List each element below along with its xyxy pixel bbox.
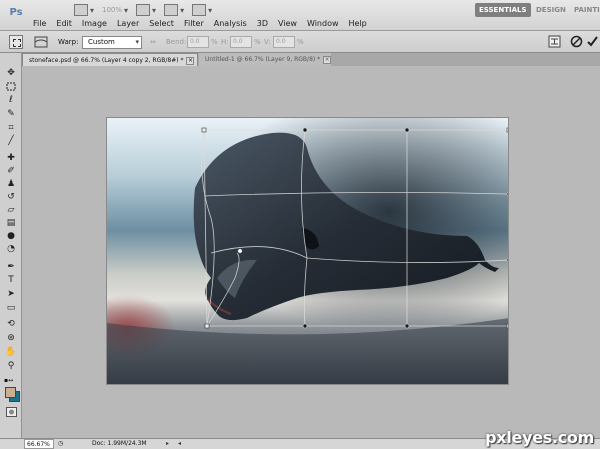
bend-label: Bend: xyxy=(166,38,187,46)
v-distortion-field[interactable]: 0.0 xyxy=(273,36,295,48)
options-bar: Warp: Custom ▾ ⇔ Bend: 0.0 % H: 0.0 % V:… xyxy=(0,31,600,53)
menu-3d[interactable]: 3D xyxy=(252,19,273,29)
tab-stoneface-label: stoneface.psd @ 66.7% (Layer 4 copy 2, R… xyxy=(29,57,184,64)
menu-window[interactable]: Window xyxy=(302,19,344,29)
eyedropper-icon[interactable]: ╱ xyxy=(5,136,17,147)
menu-edit[interactable]: Edit xyxy=(51,19,77,29)
photoshop-logo: Ps xyxy=(9,7,23,18)
clone-stamp-icon[interactable]: ♟ xyxy=(5,179,17,190)
3d-rotate-icon[interactable]: ⟲ xyxy=(5,319,17,330)
view-extras-button[interactable]: ▾ xyxy=(136,3,156,17)
menu-bar: Ps ▾ 100% ▾ ▾ ▾ ▾ File Edit Image Layer S… xyxy=(0,0,600,31)
healing-icon[interactable]: ✚ xyxy=(5,153,17,164)
commit-transform-icon[interactable] xyxy=(586,35,599,48)
quick-select-icon[interactable]: ✎ xyxy=(5,109,17,120)
lasso-icon[interactable]: ℓ xyxy=(5,95,17,106)
toolbox: ✥ ℓ ✎ ⌗ ╱ ✚ ✐ ♟ ↺ ▱ ▤ ● ◔ ✒ T ➤ ▭ ⟲ ⊛ ✋ … xyxy=(0,53,22,438)
h-label: H: xyxy=(221,38,229,46)
document-size: Doc: 1.99M/24.3M xyxy=(92,440,147,447)
document-tabs: stoneface.psd @ 66.7% (Layer 4 copy 2, R… xyxy=(22,53,600,66)
workspace-painting[interactable]: PAINTI xyxy=(570,3,600,17)
menu-items: File Edit Image Layer Select Filter Anal… xyxy=(28,19,372,29)
canvas-area[interactable] xyxy=(22,66,600,438)
v-label: V: xyxy=(264,38,271,46)
workspace-design[interactable]: DESIGN xyxy=(532,3,570,17)
menu-analysis[interactable]: Analysis xyxy=(209,19,252,29)
menu-filter[interactable]: Filter xyxy=(179,19,209,29)
path-select-icon[interactable]: ➤ xyxy=(5,289,17,300)
document-canvas[interactable] xyxy=(106,117,509,385)
arrange-documents-button[interactable]: ▾ xyxy=(164,3,184,17)
pen-icon[interactable]: ✒ xyxy=(5,262,17,273)
eraser-icon[interactable]: ▱ xyxy=(5,205,17,216)
default-colors-icon[interactable]: ▪↔ xyxy=(4,377,13,384)
scroll-left-icon[interactable]: ◂ xyxy=(178,439,181,449)
h-percent: % xyxy=(254,38,261,46)
bend-percent: % xyxy=(211,38,218,46)
type-icon[interactable]: T xyxy=(5,275,17,286)
move-icon[interactable]: ✥ xyxy=(5,68,17,79)
gradient-icon[interactable]: ▤ xyxy=(5,218,17,229)
cancel-transform-icon[interactable] xyxy=(570,35,583,48)
menu-view[interactable]: View xyxy=(273,19,302,29)
3d-orbit-icon[interactable]: ⊛ xyxy=(5,333,17,344)
brush-icon[interactable]: ✐ xyxy=(5,166,17,177)
v-percent: % xyxy=(297,38,304,46)
foreground-color-swatch[interactable] xyxy=(5,387,16,398)
menu-image[interactable]: Image xyxy=(77,19,112,29)
menu-file[interactable]: File xyxy=(28,19,51,29)
tab-untitled-1-label: Untitled-1 @ 66.7% (Layer 9, RGB/8) * xyxy=(205,56,321,63)
bend-field[interactable]: 0.0 xyxy=(187,36,209,48)
warp-label: Warp: xyxy=(58,38,79,46)
warp-toggle-icon[interactable] xyxy=(34,36,48,48)
bridge-button[interactable]: ▾ xyxy=(74,3,94,17)
blur-icon[interactable]: ● xyxy=(5,231,17,242)
quick-mask-icon[interactable] xyxy=(6,407,17,417)
tab-untitled-1[interactable]: Untitled-1 @ 66.7% (Layer 9, RGB/8) * × xyxy=(199,53,331,66)
menu-help[interactable]: Help xyxy=(344,19,372,29)
tab-stoneface[interactable]: stoneface.psd @ 66.7% (Layer 4 copy 2, R… xyxy=(22,53,198,66)
menu-select[interactable]: Select xyxy=(144,19,179,29)
chevron-down-icon: ▾ xyxy=(135,38,139,46)
screen-mode-button[interactable]: ▾ xyxy=(192,3,212,17)
close-icon[interactable]: × xyxy=(323,55,331,64)
zoom-icon[interactable]: ⚲ xyxy=(5,361,17,372)
orientation-icon[interactable]: ⇔ xyxy=(150,38,156,46)
h-distortion-field[interactable]: 0.0 xyxy=(230,36,252,48)
tool-preset-picker[interactable] xyxy=(9,35,23,49)
status-menu-arrow-icon[interactable]: ▸ xyxy=(166,439,169,449)
watermark: pxleyes.com xyxy=(485,428,594,447)
shape-icon[interactable]: ▭ xyxy=(5,303,17,314)
hand-icon[interactable]: ✋ xyxy=(5,347,17,358)
application-bar-tools: ▾ 100% ▾ ▾ ▾ ▾ xyxy=(74,3,212,17)
dodge-icon[interactable]: ◔ xyxy=(5,244,17,255)
crop-icon[interactable]: ⌗ xyxy=(5,123,17,134)
history-brush-icon[interactable]: ↺ xyxy=(5,192,17,203)
workspace-essentials[interactable]: ESSENTIALS xyxy=(475,3,531,17)
zoom-level-field[interactable]: 66.67% xyxy=(24,439,54,449)
warp-style-value: Custom xyxy=(88,38,115,46)
switch-free-transform-icon[interactable] xyxy=(548,35,561,48)
status-info-icon[interactable]: ◷ xyxy=(58,439,63,449)
warp-style-select[interactable]: Custom ▾ xyxy=(82,36,142,49)
marquee-icon[interactable] xyxy=(5,82,17,93)
zoom-level-select[interactable]: 100% ▾ xyxy=(102,3,128,17)
menu-layer[interactable]: Layer xyxy=(112,19,144,29)
close-icon[interactable]: × xyxy=(186,56,195,65)
canvas-image[interactable] xyxy=(107,118,509,385)
